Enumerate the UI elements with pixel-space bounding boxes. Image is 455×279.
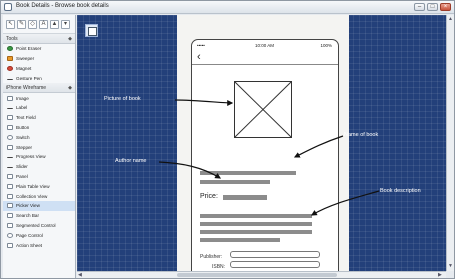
title-bar: Book Details - Browse book details – □ × [1, 1, 454, 14]
description-annotation: Book description [380, 188, 421, 194]
picker-icon [7, 203, 13, 209]
select-tool-icon[interactable]: ↖ [6, 19, 15, 29]
panel-icon [7, 173, 13, 179]
scroll-thumb[interactable] [177, 273, 337, 277]
stencil-item[interactable]: Stepper [3, 142, 75, 152]
broom-icon [7, 56, 13, 62]
tool-shortcuts: ↖ ✎ ◇ A ▲ ▾ [3, 15, 75, 34]
name-arrow [293, 135, 344, 158]
table-icon [7, 183, 13, 189]
stencil-item[interactable]: Button [3, 123, 75, 133]
name-annotation: Name of book [344, 132, 379, 138]
stencil-item[interactable]: Text Field [3, 113, 75, 123]
magnet-icon [7, 65, 13, 71]
button-icon [7, 124, 13, 130]
switch-icon [7, 134, 13, 140]
stencil-header-label: iPhone Wireframe [6, 84, 47, 91]
stencil-section-header[interactable]: iPhone Wireframe ◆ [3, 83, 75, 94]
search-bar-icon [7, 213, 13, 219]
stencil-item[interactable]: Image [3, 93, 75, 103]
vertical-scrollbar[interactable]: ▲ ▼ [446, 15, 454, 271]
scroll-down-icon[interactable]: ▼ [448, 263, 453, 269]
stencil-item[interactable]: Label [3, 103, 75, 113]
collection-icon [7, 193, 13, 199]
stencil-item[interactable]: Collection View [3, 191, 75, 201]
progress-icon [7, 155, 13, 159]
author-annotation: Author name [115, 158, 147, 164]
minimize-button[interactable]: – [414, 3, 425, 11]
tools-section-header[interactable]: Tools ◆ [3, 34, 75, 44]
stencil-item[interactable]: Panel [3, 172, 75, 182]
app-window: Book Details - Browse book details – □ ×… [0, 0, 455, 279]
description-arrow [310, 190, 380, 216]
eraser-icon [7, 46, 13, 52]
image-icon [7, 95, 13, 101]
action-sheet-icon [7, 242, 13, 248]
tool-item-point-eraser[interactable]: Point Eraser [3, 44, 75, 54]
scroll-left-icon[interactable]: ◀ [78, 272, 82, 278]
chevron-down-icon[interactable]: ◆ [68, 36, 72, 42]
drawing-canvas[interactable]: ••••• 10:00 AM 100% ‹ Price: Publisher: [77, 15, 446, 271]
maximize-button[interactable]: □ [427, 3, 438, 11]
stencil-item[interactable]: Action Sheet [3, 240, 75, 250]
sidebar: ↖ ✎ ◇ A ▲ ▾ Tools ◆ Point Eraser Sweeper… [3, 15, 76, 278]
stencil-item[interactable]: Progress View [3, 152, 75, 162]
picture-arrow [174, 99, 234, 106]
text-tool-icon[interactable]: A [39, 19, 48, 29]
chevron-down-icon[interactable]: ◆ [68, 85, 72, 91]
shape-tool-icon[interactable]: ▲ [50, 19, 59, 29]
stencil-item[interactable]: Picker View [3, 200, 75, 211]
segmented-icon [7, 222, 13, 228]
picture-annotation: Picture of book [104, 96, 141, 102]
stencil-item[interactable]: Slider [3, 162, 75, 172]
tools-header-label: Tools [6, 35, 18, 42]
page-control-icon [7, 232, 13, 238]
stepper-icon [7, 144, 13, 150]
slider-icon [7, 165, 13, 169]
tool-item-sweeper[interactable]: Sweeper [3, 54, 75, 64]
eraser-tool-icon[interactable]: ◇ [28, 19, 37, 29]
more-tools-icon[interactable]: ▾ [61, 19, 70, 29]
close-button[interactable]: × [440, 3, 451, 11]
scroll-up-icon[interactable]: ▲ [448, 16, 453, 22]
annotation-arrows [158, 99, 380, 216]
tool-item-gesture-pen[interactable]: Gesture Pen [3, 73, 75, 83]
text-field-icon [7, 115, 13, 121]
pen-tool-icon[interactable]: ✎ [17, 19, 26, 29]
app-icon [4, 3, 12, 11]
author-arrow [158, 161, 222, 179]
pen-icon [7, 77, 13, 80]
window-title: Book Details - Browse book details [16, 3, 109, 9]
label-icon [7, 106, 13, 110]
window-controls: – □ × [414, 3, 451, 11]
stencil-item[interactable]: Switch [3, 132, 75, 142]
tool-item-magnet[interactable]: Magnet [3, 64, 75, 74]
stencil-item[interactable]: Page Control [3, 230, 75, 240]
stencil-item[interactable]: Search Bar [3, 211, 75, 221]
stencil-item[interactable]: Plain Table View [3, 181, 75, 191]
stencil-item[interactable]: Segmented Control [3, 221, 75, 231]
horizontal-scrollbar[interactable]: ◀ ▶ [77, 271, 446, 278]
scroll-right-icon[interactable]: ▶ [438, 272, 442, 278]
